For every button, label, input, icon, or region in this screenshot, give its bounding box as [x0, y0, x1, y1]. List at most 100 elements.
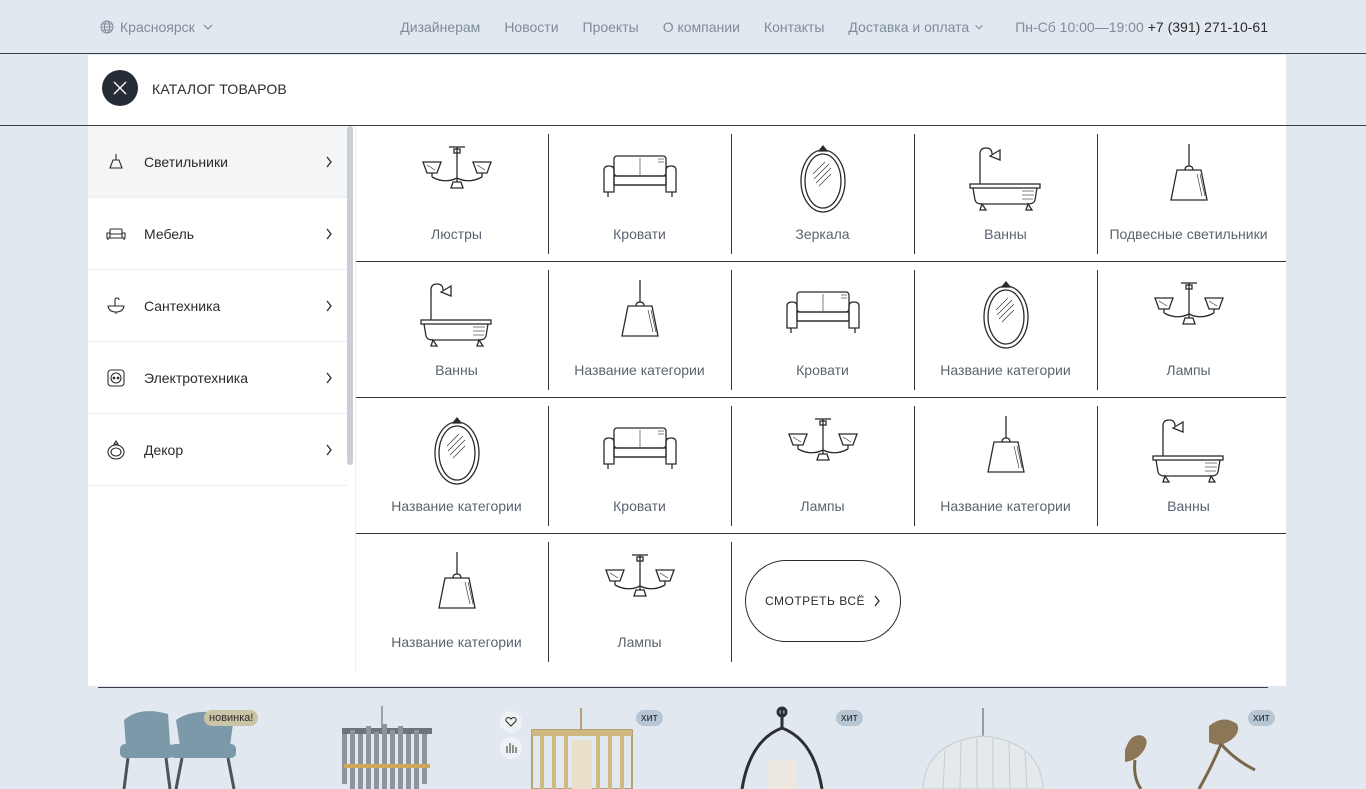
sidebar-item-furniture[interactable]: Мебель: [88, 198, 347, 270]
catalog-title: КАТАЛОГ ТОВАРОВ: [152, 81, 287, 97]
category-card[interactable]: Кровати: [548, 402, 731, 538]
pendant-lamp-icon: [415, 552, 499, 624]
close-icon: [112, 80, 128, 96]
product-badge: хит: [1248, 710, 1275, 726]
product-card[interactable]: [320, 700, 500, 789]
grid-separator: [548, 134, 549, 254]
nav-projects[interactable]: Проекты: [583, 19, 639, 35]
product-card[interactable]: хит: [1105, 700, 1285, 789]
category-card[interactable]: Люстры: [365, 130, 548, 266]
category-card[interactable]: Лампы: [1097, 266, 1280, 402]
product-card[interactable]: хит: [720, 700, 900, 789]
category-card[interactable]: Кровати: [731, 266, 914, 402]
sidebar-item-plumbing[interactable]: Сантехника: [88, 270, 347, 342]
category-card[interactable]: Кровати: [548, 130, 731, 266]
grid-separator: [356, 397, 1286, 398]
category-card[interactable]: Название категории: [365, 538, 548, 674]
category-card[interactable]: Ванны: [1097, 402, 1280, 538]
grid-separator: [548, 270, 549, 390]
sidebar-item-lighting[interactable]: Светильники: [88, 126, 347, 198]
chevron-right-icon: [325, 156, 333, 168]
category-card[interactable]: Ванны: [914, 130, 1097, 266]
chevron-right-icon: [325, 372, 333, 384]
category-label: Лампы: [617, 634, 662, 650]
favorite-button[interactable]: [500, 711, 522, 733]
category-card[interactable]: Название категории: [914, 266, 1097, 402]
category-label: Подвесные светильники: [1109, 226, 1268, 242]
top-bar: Красноярск Дизайнерам Новости Проекты О …: [0, 0, 1366, 54]
category-card[interactable]: Название категории: [548, 266, 731, 402]
grid-separator: [356, 533, 1286, 534]
see-all-label: СМОТРЕТЬ ВСЁ: [764, 594, 866, 608]
category-card[interactable]: Зеркала: [731, 130, 914, 266]
chandelier-icon: [415, 144, 499, 216]
compare-button[interactable]: [500, 737, 522, 759]
nav-delivery-label: Доставка и оплата: [848, 19, 970, 35]
product-card[interactable]: новинка!: [110, 700, 290, 789]
grid-separator: [1097, 406, 1098, 526]
bathtub-icon: [1147, 416, 1231, 488]
category-label: Название категории: [940, 498, 1071, 514]
chandelier-icon: [598, 552, 682, 624]
sofa-icon: [598, 144, 682, 216]
see-all-button[interactable]: СМОТРЕТЬ ВСЁ: [745, 560, 901, 642]
mirror-icon: [964, 280, 1048, 352]
category-label: Название категории: [391, 634, 522, 650]
grid-separator: [914, 270, 915, 390]
chevron-right-icon: [325, 228, 333, 240]
nav-about[interactable]: О компании: [663, 19, 740, 35]
category-card[interactable]: Название категории: [914, 402, 1097, 538]
mirror-icon: [415, 416, 499, 488]
category-card[interactable]: Лампы: [731, 402, 914, 538]
grid-separator: [548, 406, 549, 526]
chandelier-icon: [781, 416, 865, 488]
city-label: Красноярск: [120, 19, 195, 35]
category-label: Ванны: [1167, 498, 1210, 514]
category-label: Название категории: [574, 362, 705, 378]
phone-link[interactable]: +7 (391) 271-10-61: [1148, 19, 1268, 35]
category-card[interactable]: Ванны: [365, 266, 548, 402]
crystal-chandelier-image: [342, 706, 432, 789]
category-label: Название категории: [391, 498, 522, 514]
product-card[interactable]: хит: [520, 700, 700, 789]
grid-separator: [731, 134, 732, 254]
globe-icon: [100, 20, 114, 34]
category-card[interactable]: Лампы: [548, 538, 731, 674]
close-catalog-button[interactable]: [102, 70, 138, 106]
city-selector[interactable]: Красноярск: [100, 19, 215, 35]
sidebar-scrollbar[interactable]: [347, 126, 353, 465]
product-card[interactable]: [915, 700, 1095, 789]
category-label: Кровати: [613, 226, 666, 242]
category-label: Лампы: [800, 498, 845, 514]
category-label: Лампы: [1166, 362, 1211, 378]
chevron-right-icon: [873, 595, 881, 607]
sidebar-item-decor[interactable]: Декор: [88, 414, 347, 486]
brass-lantern-image: [531, 708, 633, 789]
grid-separator: [914, 134, 915, 254]
sidebar-item-electrical[interactable]: Электротехника: [88, 342, 347, 414]
work-hours: Пн-Сб 10:00—19:00: [1015, 19, 1144, 35]
top-nav: Дизайнерам Новости Проекты О компании Ко…: [376, 19, 1268, 35]
category-card[interactable]: Название категории: [365, 402, 548, 538]
glass-chandelier-image: [922, 708, 1044, 789]
chevron-down-icon: [973, 21, 985, 33]
product-badge: хит: [636, 710, 663, 726]
pendant-lamp-icon: [964, 416, 1048, 488]
nav-news[interactable]: Новости: [504, 19, 558, 35]
category-card[interactable]: Подвесные светильники: [1097, 130, 1280, 266]
sidebar-item-label: Мебель: [144, 225, 195, 242]
grid-divider: [355, 126, 356, 672]
sidebar-item-label: Электротехника: [144, 369, 249, 386]
product-badge: хит: [836, 710, 863, 726]
grid-separator: [1097, 270, 1098, 390]
nav-designers[interactable]: Дизайнерам: [400, 19, 480, 35]
nav-delivery[interactable]: Доставка и оплата: [848, 19, 985, 35]
sink-icon: [104, 294, 128, 318]
nav-contacts[interactable]: Контакты: [764, 19, 824, 35]
black-pendant-image: [740, 706, 824, 789]
grid-separator: [356, 261, 1286, 262]
sidebar-item-label: Декор: [144, 441, 184, 458]
grid-separator: [731, 542, 732, 662]
category-label: Кровати: [613, 498, 666, 514]
grid-separator: [548, 542, 549, 662]
